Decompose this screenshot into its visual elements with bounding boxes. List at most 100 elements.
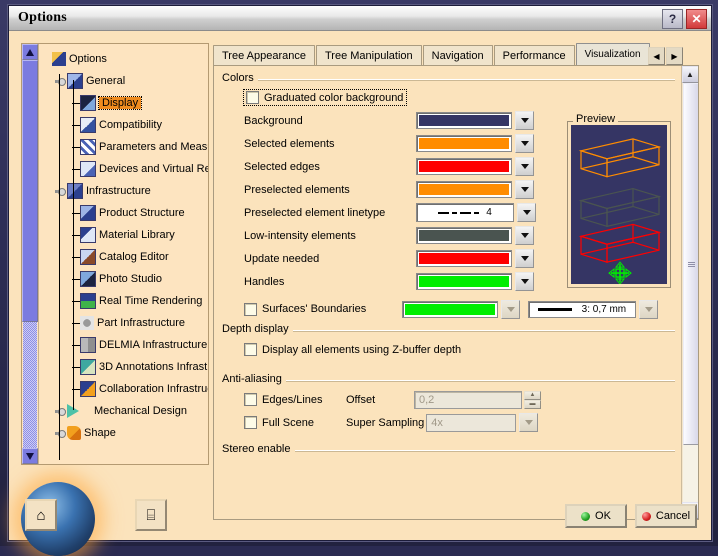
update-needed-dropdown-button[interactable] <box>515 249 534 268</box>
annotations-icon <box>80 359 96 375</box>
tree-item-label: Display <box>99 97 141 109</box>
handles-swatch[interactable] <box>416 273 512 290</box>
options-home-button[interactable]: ⌂ <box>25 499 57 531</box>
tree-expander-icon[interactable] <box>55 406 66 417</box>
surfaces-boundaries-checkbox[interactable] <box>244 303 257 316</box>
close-button[interactable]: ✕ <box>686 9 707 29</box>
tree-item-label: DELMIA Infrastructure <box>99 339 207 351</box>
preview-canvas <box>571 125 667 284</box>
left-toolbar: ⌂ ⌸ <box>25 499 167 531</box>
tree-item-general[interactable]: General <box>41 70 208 92</box>
edges-lines-label: Edges/Lines <box>262 394 346 406</box>
tree-item-photo-studio[interactable]: Photo Studio <box>41 268 208 290</box>
offset-input[interactable]: 0,2 <box>414 391 522 409</box>
tree-item-product-structure[interactable]: Product Structure <box>41 202 208 224</box>
tab-tree-appearance[interactable]: Tree Appearance <box>213 45 315 65</box>
tree-item-display[interactable]: Display <box>41 92 208 114</box>
selected-edges-dropdown-button[interactable] <box>515 157 534 176</box>
super-sampling-select[interactable]: 4x <box>426 414 516 432</box>
tab-tree-manipulation[interactable]: Tree Manipulation <box>316 45 422 65</box>
tree-expander-icon[interactable] <box>55 186 66 197</box>
graduated-background-row: Graduated color background <box>244 86 677 109</box>
preselected-elements-dropdown-button[interactable] <box>515 180 534 199</box>
super-sampling-label: Super Sampling <box>346 417 424 429</box>
low-intensity-elements-dropdown-button[interactable] <box>515 226 534 245</box>
graduated-background-checkbox[interactable]: Graduated color background <box>244 90 406 105</box>
tab-next-button[interactable]: ▶ <box>666 47 683 65</box>
surfaces-boundaries-thickness-dropdown-button[interactable] <box>639 300 658 319</box>
selected-elements-dropdown-button[interactable] <box>515 134 534 153</box>
tree-scroll-track[interactable] <box>23 322 37 448</box>
tree-item-collaboration-infrastructu[interactable]: Collaboration Infrastructu <box>41 378 208 400</box>
tab-performance[interactable]: Performance <box>494 45 575 65</box>
tree-item-compatibility[interactable]: Compatibility <box>41 114 208 136</box>
options-tree: Options General Display CompatibilityParame… <box>39 44 208 464</box>
tree-item-part-infrastructure[interactable]: Part Infrastructure <box>41 312 208 334</box>
help-button[interactable]: ? <box>662 9 683 29</box>
dialog-titlebar[interactable]: Options ? ✕ <box>9 6 711 31</box>
tree-item-label: Real Time Rendering <box>99 295 202 307</box>
tree-item-devices-and-virtual-realit[interactable]: Devices and Virtual Realit <box>41 158 208 180</box>
tree-item-mechanical-design[interactable]: Mechanical Design <box>41 400 208 422</box>
tree-item-options[interactable]: Options <box>41 48 208 70</box>
background-dropdown-button[interactable] <box>515 111 534 130</box>
preselected-elements-swatch[interactable] <box>416 181 512 198</box>
page-scroll-up-button[interactable]: ▲ <box>682 66 699 83</box>
options-icon <box>52 52 66 66</box>
selected-elements-swatch[interactable] <box>416 135 512 152</box>
low-intensity-elements-swatch[interactable] <box>416 227 512 244</box>
offset-stepper-down[interactable]: ▬ <box>524 400 541 409</box>
tree-scroll-down-button[interactable] <box>22 448 38 464</box>
surfaces-boundaries-swatch[interactable] <box>402 301 498 318</box>
tree-scroll-up-button[interactable] <box>22 44 38 60</box>
tree-expander-icon[interactable] <box>55 428 66 439</box>
options-document-button[interactable]: ⌸ <box>135 499 167 531</box>
ok-button[interactable]: OK <box>565 504 627 528</box>
full-scene-checkbox[interactable] <box>244 416 257 429</box>
tree-item-material-library[interactable]: Material Library <box>41 224 208 246</box>
tree-item-real-time-rendering[interactable]: Real Time Rendering <box>41 290 208 312</box>
preselected-element-linetype-preview[interactable]: 4 <box>416 203 514 222</box>
handles-dropdown-button[interactable] <box>515 272 534 291</box>
tree-item-label: Options <box>69 53 107 65</box>
graduated-background-checkbox-box[interactable] <box>246 91 259 104</box>
offset-stepper-up[interactable]: ▲ <box>524 391 541 400</box>
update-needed-swatch[interactable] <box>416 250 512 267</box>
background-swatch[interactable] <box>416 112 512 129</box>
tree-item-delmia-infrastructure[interactable]: DELMIA Infrastructure <box>41 334 208 356</box>
tab-prev-button[interactable]: ◀ <box>648 47 665 65</box>
surfaces-boundaries-thickness[interactable]: 3: 0,7 mm <box>528 301 636 318</box>
page-scroll-track[interactable] <box>683 83 698 502</box>
tree-item-catalog-editor[interactable]: Catalog Editor <box>41 246 208 268</box>
edges-lines-checkbox[interactable] <box>244 393 257 406</box>
update-needed-label: Update needed <box>244 253 416 265</box>
dash-segment <box>438 212 449 214</box>
tab-navigation[interactable]: Navigation <box>423 45 493 65</box>
tree-item-label: Product Structure <box>99 207 185 219</box>
chevron-down-icon <box>521 187 529 192</box>
tree-scrollbar[interactable] <box>22 44 39 464</box>
page-scrollbar[interactable]: ▲ ▼ <box>681 66 698 519</box>
selected-edges-swatch[interactable] <box>416 158 512 175</box>
zbuffer-checkbox[interactable] <box>244 343 257 356</box>
tree-item-infrastructure[interactable]: Infrastructure <box>41 180 208 202</box>
surfaces-boundaries-dropdown-button[interactable] <box>501 300 520 319</box>
chevron-down-icon <box>521 256 529 261</box>
page-scroll-thumb[interactable] <box>683 83 700 445</box>
tree-item-label: Infrastructure <box>86 185 151 197</box>
offset-stepper[interactable]: ▲ ▬ <box>524 391 541 409</box>
tree-item-3d-annotations-infrastru[interactable]: 3D Annotations Infrastru <box>41 356 208 378</box>
tree-item-shape[interactable]: Shape <box>41 422 208 444</box>
tree-branch-line <box>69 158 80 180</box>
tab-visualization[interactable]: Visualization <box>576 43 650 65</box>
preselected-element-linetype-dropdown-button[interactable] <box>517 203 536 222</box>
tree-expander-icon[interactable] <box>55 76 66 87</box>
tree-scroll-thumb[interactable] <box>22 60 38 322</box>
chevron-down-icon <box>521 279 529 284</box>
dialog-footer: OK Cancel <box>565 504 697 528</box>
handles-color-fill <box>419 276 509 287</box>
tree-item-parameters-and-measure[interactable]: Parameters and Measure <box>41 136 208 158</box>
cancel-button[interactable]: Cancel <box>635 504 697 528</box>
super-sampling-dropdown-button[interactable] <box>519 413 538 432</box>
delmia-infrastructure-icon <box>80 337 96 353</box>
